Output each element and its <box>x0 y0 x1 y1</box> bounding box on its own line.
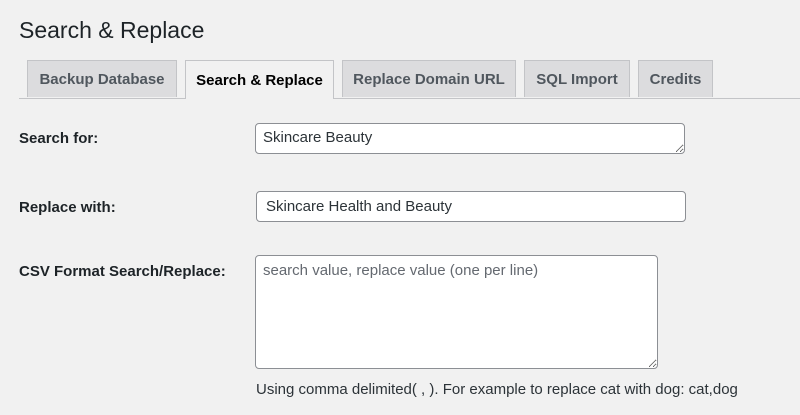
search-replace-page: Search & Replace Backup Database Search … <box>0 0 800 415</box>
search-for-field[interactable]: Skincare Beauty <box>255 123 685 154</box>
tab-replace-domain-url[interactable]: Replace Domain URL <box>342 60 516 97</box>
tab-credits[interactable]: Credits <box>638 60 713 97</box>
tab-bar: Backup Database Search & Replace Replace… <box>0 60 800 99</box>
tab-sql-import[interactable]: SQL Import <box>524 60 630 97</box>
csv-format-hint: Using comma delimited( , ). For example … <box>256 381 738 398</box>
tab-bar-divider <box>19 98 800 99</box>
replace-with-label: Replace with: <box>19 199 116 216</box>
search-for-label: Search for: <box>19 130 99 147</box>
csv-format-label: CSV Format Search/Replace: <box>19 263 226 280</box>
replace-with-field[interactable] <box>256 191 686 222</box>
tab-search-replace[interactable]: Search & Replace <box>185 60 334 99</box>
csv-search-replace-field[interactable] <box>255 255 658 369</box>
tab-backup-database[interactable]: Backup Database <box>27 60 177 97</box>
page-title: Search & Replace <box>19 17 205 43</box>
